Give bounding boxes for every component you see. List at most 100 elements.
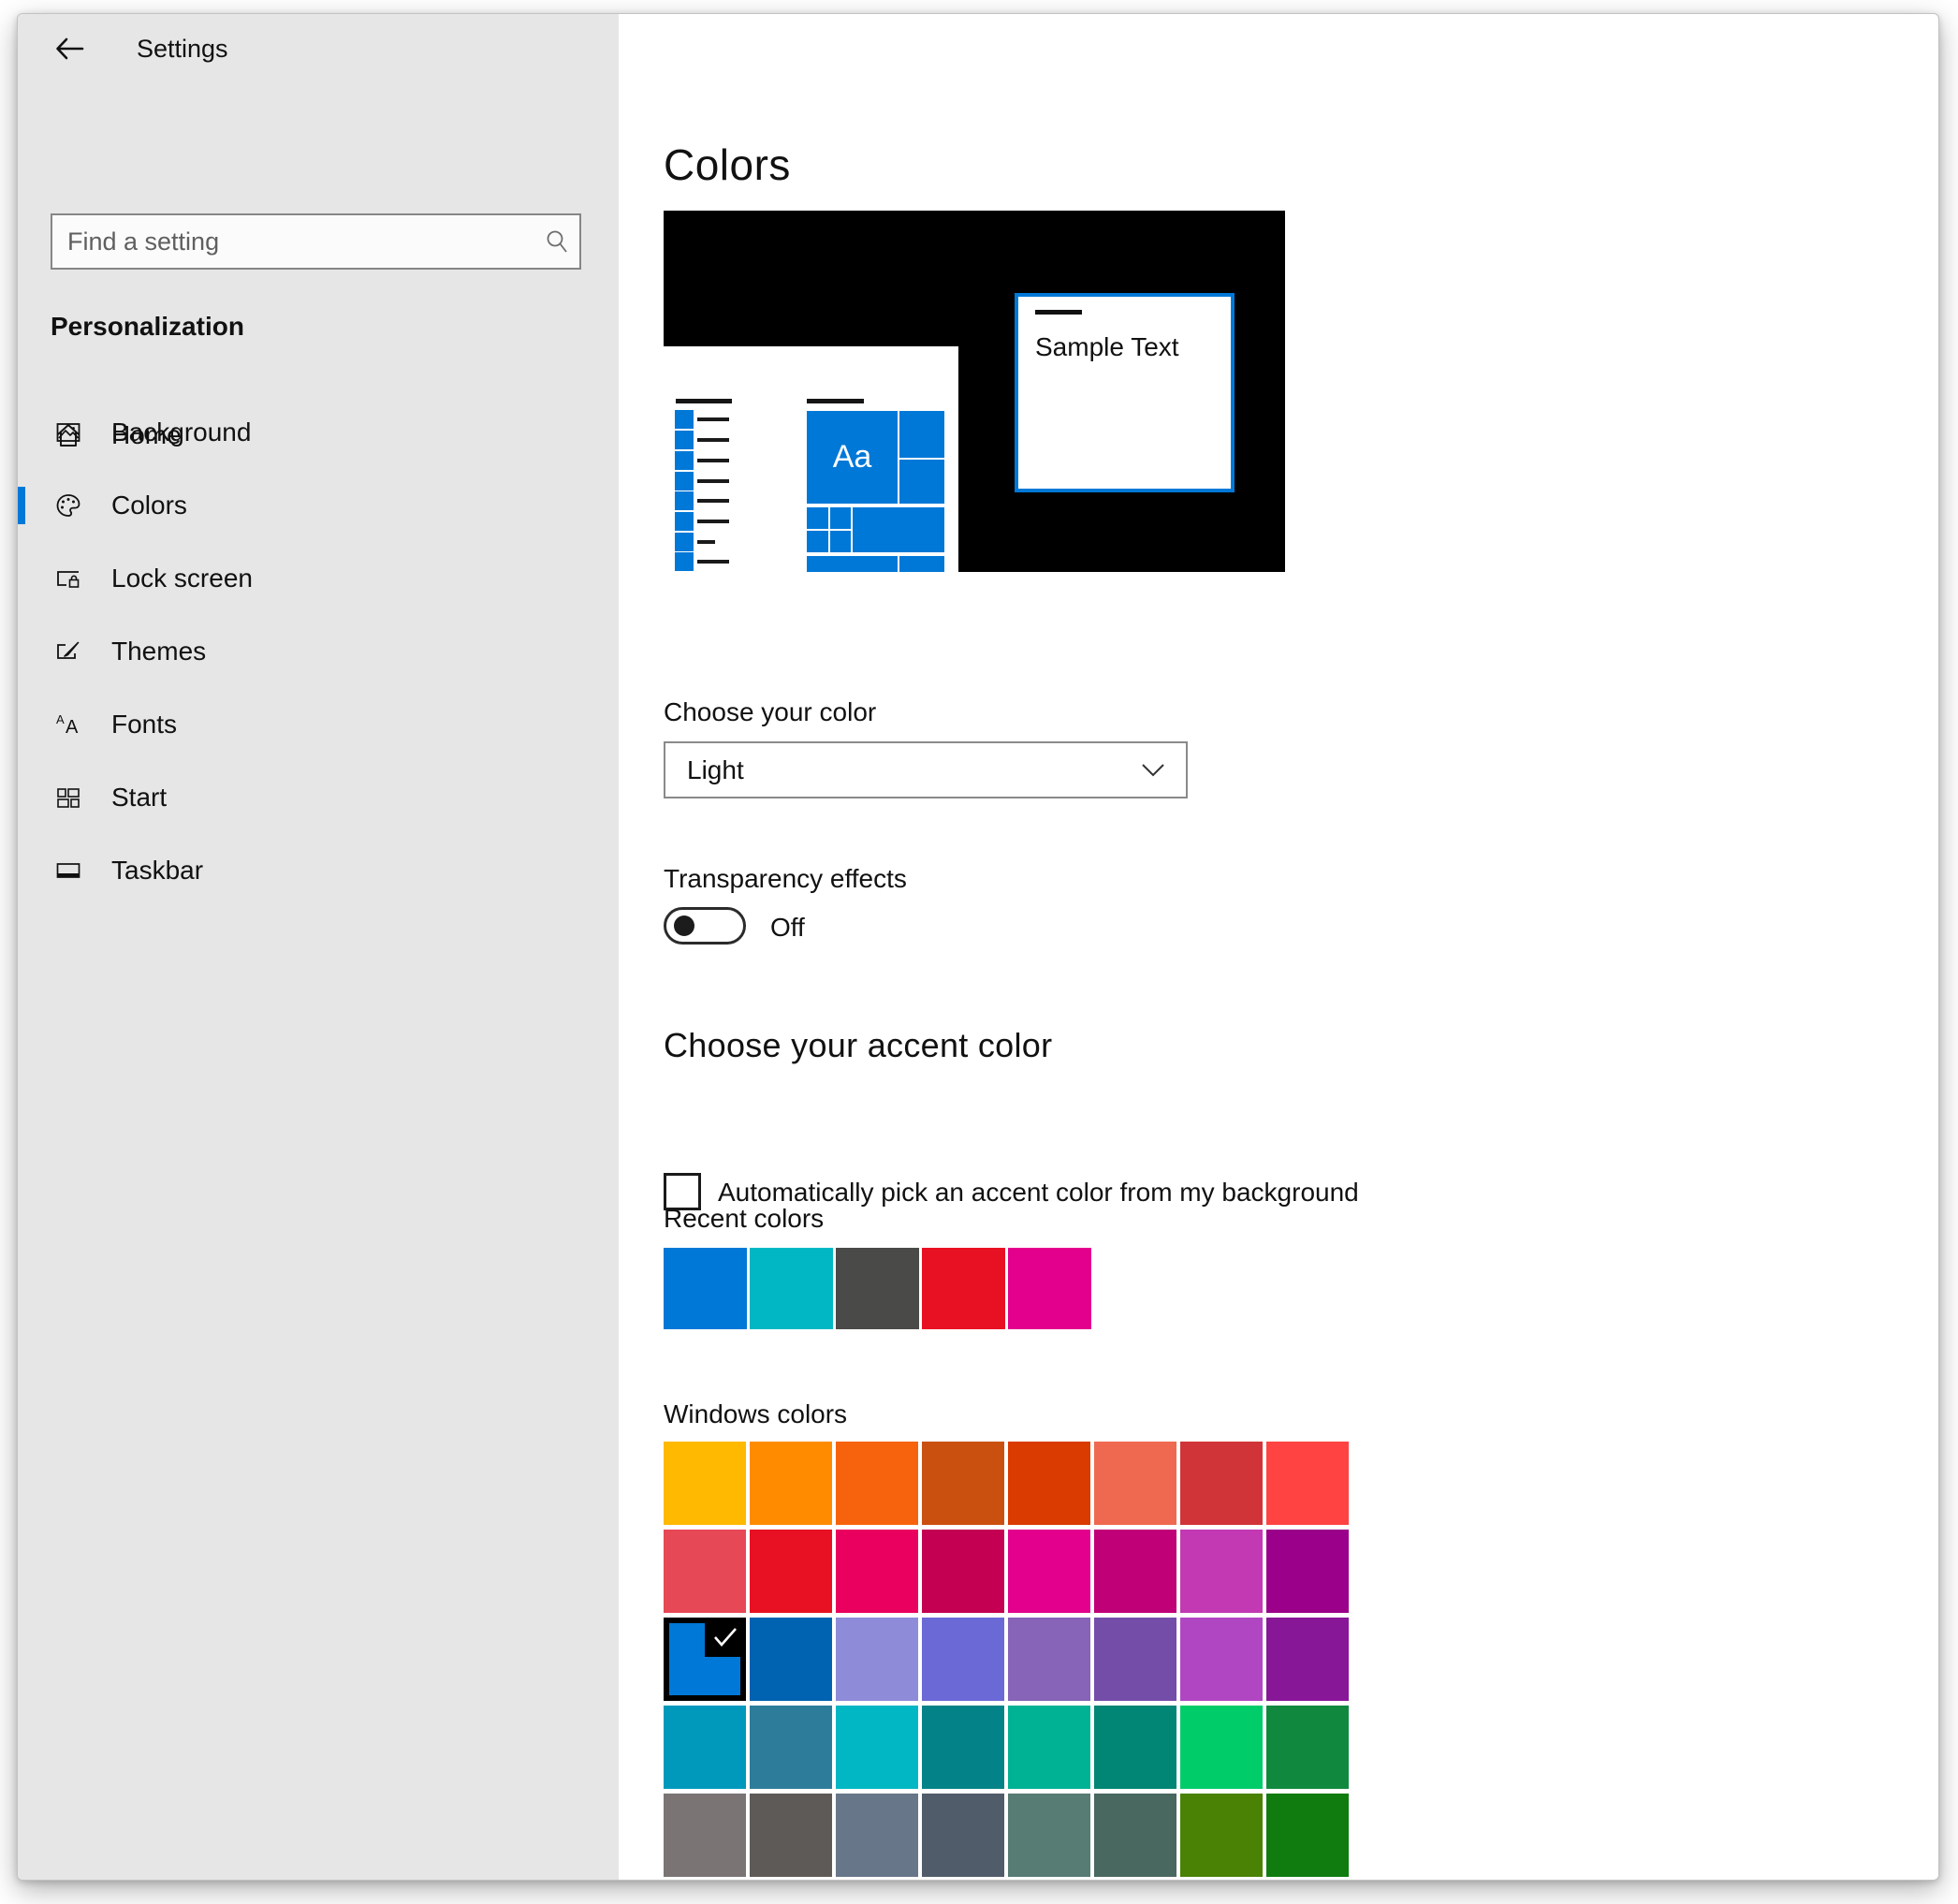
- accent-color-heading: Choose your accent color: [664, 1026, 1052, 1065]
- dropdown-value: Light: [687, 755, 744, 785]
- windows-color-swatch[interactable]: [922, 1794, 1004, 1877]
- transparency-label: Transparency effects: [664, 864, 907, 894]
- sample-window-titlebar: [1035, 310, 1082, 315]
- preview-tiles-header: [807, 399, 864, 403]
- sidebar-item-lock-screen[interactable]: Lock screen: [18, 542, 619, 615]
- selected-indicator: [18, 487, 25, 524]
- recent-color-swatch[interactable]: [664, 1248, 747, 1329]
- windows-color-swatch[interactable]: [664, 1794, 746, 1877]
- windows-color-swatch[interactable]: [750, 1530, 832, 1613]
- windows-color-swatch[interactable]: [1008, 1618, 1090, 1701]
- windows-color-swatch[interactable]: [1094, 1706, 1176, 1789]
- lock-screen-icon: [54, 564, 82, 593]
- recent-color-swatch[interactable]: [836, 1248, 919, 1329]
- windows-color-swatch[interactable]: [1180, 1530, 1263, 1613]
- preview-list-tile: [675, 451, 694, 470]
- windows-color-swatch[interactable]: [1180, 1706, 1263, 1789]
- preview-tile: [807, 507, 828, 529]
- windows-color-swatch[interactable]: [750, 1442, 832, 1525]
- sidebar-item-label: Start: [111, 783, 167, 813]
- preview-tile: [830, 531, 851, 552]
- sidebar-item-fonts[interactable]: A A Fonts: [18, 688, 619, 761]
- sidebar-item-taskbar[interactable]: Taskbar: [18, 834, 619, 907]
- windows-color-swatch[interactable]: [664, 1442, 746, 1525]
- preview-list-text: [697, 520, 729, 523]
- preview-tile: [807, 556, 898, 572]
- preview-tile: [807, 531, 828, 552]
- windows-color-swatch[interactable]: [750, 1618, 832, 1701]
- recent-color-swatch[interactable]: [1008, 1248, 1091, 1329]
- windows-color-swatch[interactable]: [836, 1618, 918, 1701]
- recent-colors-label: Recent colors: [664, 1204, 824, 1234]
- arrow-left-icon: [53, 35, 85, 63]
- windows-color-swatch[interactable]: [836, 1530, 918, 1613]
- windows-color-swatch[interactable]: [1266, 1706, 1349, 1789]
- windows-color-swatch[interactable]: [1094, 1530, 1176, 1613]
- preview-list-tile: [675, 533, 694, 551]
- sidebar-item-label: Background: [111, 417, 251, 447]
- sidebar-item-colors[interactable]: Colors: [18, 469, 619, 542]
- windows-color-swatch[interactable]: [1180, 1794, 1263, 1877]
- search-input[interactable]: [51, 213, 581, 270]
- windows-color-swatch[interactable]: [836, 1442, 918, 1525]
- checkmark-icon: [705, 1618, 746, 1657]
- windows-color-swatch[interactable]: [1266, 1530, 1349, 1613]
- windows-color-swatch[interactable]: [1008, 1530, 1090, 1613]
- windows-color-swatch[interactable]: [1094, 1442, 1176, 1525]
- preview-sample-window: Sample Text: [1015, 293, 1235, 492]
- windows-color-swatch[interactable]: [1008, 1794, 1090, 1877]
- windows-color-swatch[interactable]: [922, 1442, 1004, 1525]
- preview-list-tile: [675, 410, 694, 429]
- start-icon: [54, 784, 82, 812]
- windows-color-swatch[interactable]: [1008, 1442, 1090, 1525]
- windows-color-swatch[interactable]: [1008, 1706, 1090, 1789]
- windows-colors-grid: [664, 1442, 1352, 1877]
- svg-text:A: A: [56, 712, 65, 726]
- preview-list-tile: [675, 491, 694, 510]
- preview-tile: [853, 507, 944, 552]
- windows-color-swatch[interactable]: [1094, 1794, 1176, 1877]
- windows-color-swatch[interactable]: [1094, 1618, 1176, 1701]
- sidebar-item-themes[interactable]: Themes: [18, 615, 619, 688]
- transparency-toggle[interactable]: [664, 907, 746, 945]
- chevron-down-icon: [1141, 763, 1165, 778]
- windows-color-swatch[interactable]: [836, 1794, 918, 1877]
- windows-color-swatch[interactable]: [664, 1530, 746, 1613]
- sidebar-item-background[interactable]: Background: [18, 396, 619, 469]
- preview-list-tile: [675, 431, 694, 449]
- preview-list-text: [697, 417, 729, 421]
- windows-color-swatch[interactable]: [1180, 1618, 1263, 1701]
- windows-color-swatch[interactable]: [922, 1530, 1004, 1613]
- search-icon[interactable]: [544, 228, 570, 255]
- windows-color-swatch[interactable]: [1266, 1442, 1349, 1525]
- windows-color-swatch[interactable]: [750, 1794, 832, 1877]
- windows-color-swatch[interactable]: [750, 1706, 832, 1789]
- preview-tile: [899, 411, 944, 458]
- windows-color-swatch[interactable]: [836, 1706, 918, 1789]
- sidebar-item-label: Colors: [111, 491, 187, 520]
- windows-color-swatch[interactable]: [922, 1706, 1004, 1789]
- preview-tile-aa: Aa: [807, 411, 898, 504]
- settings-window: Settings Home Personalizati: [17, 13, 1939, 1881]
- preview-list-text: [697, 540, 715, 544]
- color-mode-dropdown[interactable]: Light: [664, 741, 1188, 798]
- preview-list-text: [697, 499, 729, 503]
- theme-preview: Aa Sample Text: [664, 211, 1285, 572]
- windows-color-swatch[interactable]: [664, 1706, 746, 1789]
- preview-list-text: [697, 459, 729, 462]
- preview-tile: [899, 460, 944, 504]
- recent-color-swatch[interactable]: [922, 1248, 1005, 1329]
- windows-color-swatch[interactable]: [664, 1618, 746, 1701]
- windows-color-swatch[interactable]: [1266, 1794, 1349, 1877]
- sidebar-item-start[interactable]: Start: [18, 761, 619, 834]
- windows-color-swatch[interactable]: [1180, 1442, 1263, 1525]
- recent-color-swatch[interactable]: [750, 1248, 833, 1329]
- windows-color-swatch[interactable]: [922, 1618, 1004, 1701]
- taskbar-icon: [54, 857, 82, 885]
- search-box: [51, 213, 581, 270]
- sidebar-item-label: Taskbar: [111, 856, 203, 886]
- back-button[interactable]: [53, 35, 85, 63]
- preview-tile: [830, 507, 851, 529]
- tile-aa-label: Aa: [833, 439, 872, 476]
- windows-color-swatch[interactable]: [1266, 1618, 1349, 1701]
